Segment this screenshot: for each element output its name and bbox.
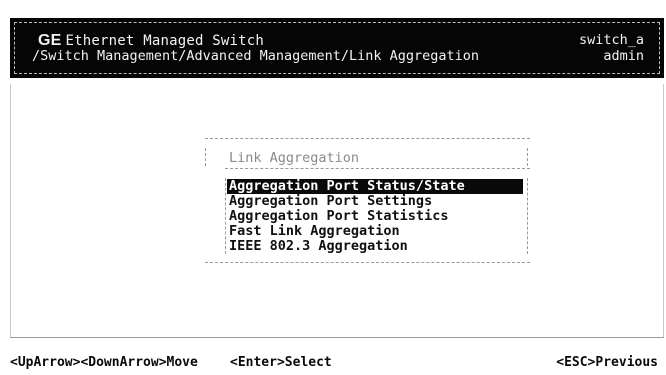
panel-title-right-bar [527, 148, 528, 166]
header-bar: GE Ethernet Managed Switch /Switch Manage… [10, 18, 664, 78]
previous-hint: <ESC>Previous [556, 355, 658, 370]
current-user: admin [603, 48, 644, 64]
menu-right-bar [527, 178, 528, 254]
move-hint: <UpArrow><DownArrow>Move [10, 355, 198, 370]
menu-item-fast-link-aggregation[interactable]: Fast Link Aggregation [227, 224, 523, 239]
breadcrumb: /Switch Management/Advanced Management/L… [32, 48, 480, 64]
menu-item-ieee-802-3-aggregation[interactable]: IEEE 802.3 Aggregation [227, 239, 523, 254]
header-border-bottom [14, 73, 660, 74]
menu-item-aggregation-port-settings[interactable]: Aggregation Port Settings [227, 194, 523, 209]
brand-logo: GE [38, 32, 62, 49]
key-hints: <UpArrow><DownArrow>Move <Enter>Select <… [8, 355, 660, 373]
menu-left-bar [225, 178, 226, 254]
menu-list: Aggregation Port Status/State Aggregatio… [227, 179, 523, 254]
hostname: switch_a [578, 32, 644, 48]
header-border-left [14, 22, 15, 74]
menu-item-aggregation-port-status-state[interactable]: Aggregation Port Status/State [227, 179, 523, 194]
screen-right-edge [663, 84, 664, 337]
panel-border-top [205, 138, 530, 139]
panel-title-divider [225, 168, 530, 169]
app-title-text: Ethernet Managed Switch [65, 33, 264, 49]
screen-left-edge [10, 84, 11, 337]
panel-title-left-bar [205, 148, 206, 166]
menu-item-aggregation-port-statistics[interactable]: Aggregation Port Statistics [227, 209, 523, 224]
link-aggregation-panel: Link Aggregation Aggregation Port Status… [205, 138, 530, 264]
panel-border-bottom [205, 262, 530, 263]
header-border-right [659, 22, 660, 74]
select-hint: <Enter>Select [230, 355, 332, 370]
panel-title: Link Aggregation [229, 150, 360, 166]
header-border-top [14, 22, 660, 23]
footer-divider [10, 337, 664, 338]
